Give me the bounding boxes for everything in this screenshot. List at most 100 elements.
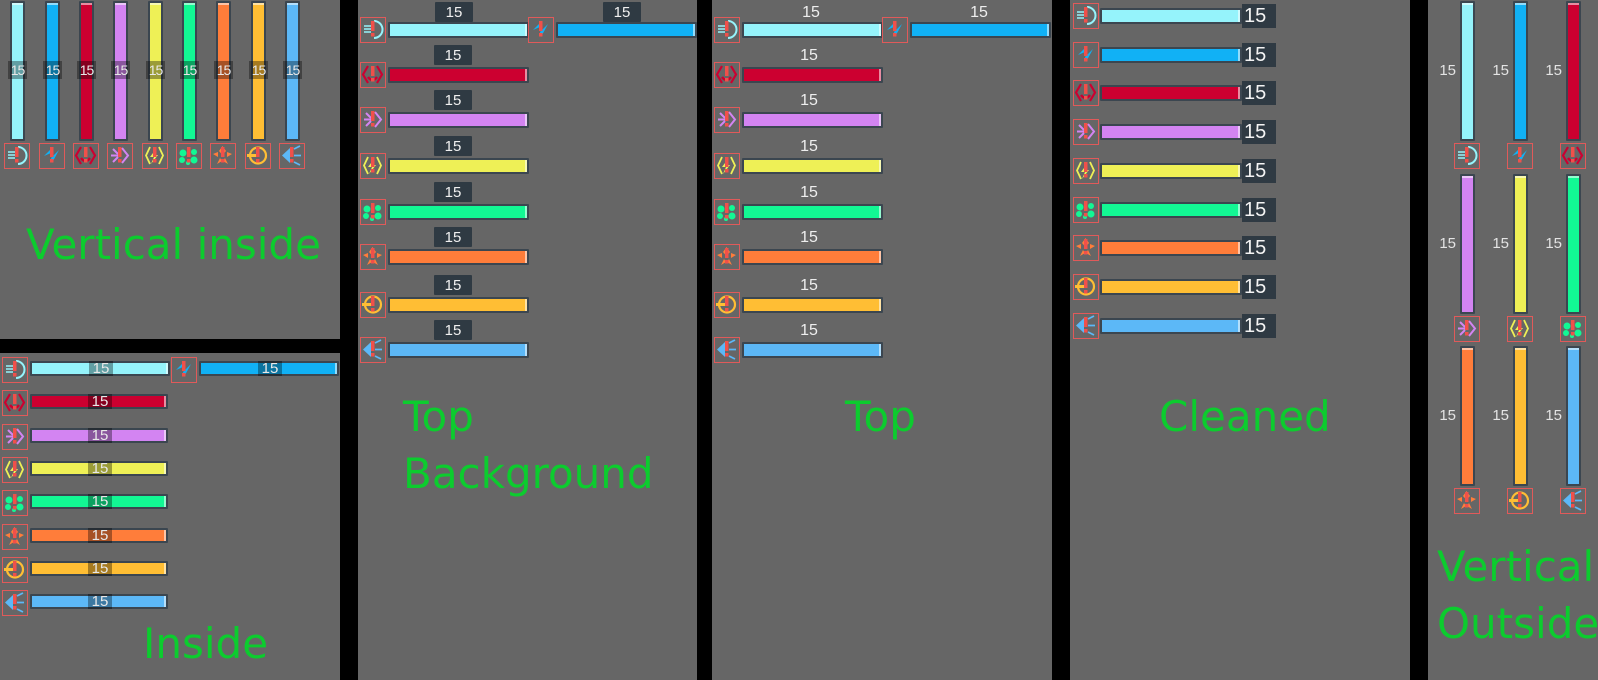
cold-hand-icon-glyph: [6, 360, 26, 379]
sonic-bar-fill: [1102, 319, 1240, 332]
caption-top-background: Top Background: [403, 392, 654, 498]
stat-value: 15: [249, 61, 268, 79]
stat-value: 15: [802, 4, 820, 21]
stat-value: 15: [1242, 42, 1276, 67]
stat-value: 15: [1439, 407, 1456, 424]
hexagon-bolt-icon-glyph: [1510, 319, 1529, 338]
circle-target-icon: [1073, 273, 1099, 300]
bar-end-marker: [164, 396, 166, 408]
spike-arrow-icon-glyph: [1563, 490, 1582, 511]
bar-end-marker: [253, 3, 264, 5]
burst-icon: [360, 244, 386, 270]
cold-bar-fill: [390, 24, 527, 36]
impact-bar-fill: [744, 69, 881, 81]
stat-value: 15: [1242, 274, 1276, 299]
burst-icon-glyph: [213, 146, 232, 164]
circle-target-icon: [1507, 488, 1533, 514]
toxic-cloud-icon: [714, 199, 740, 225]
spike-arrow-icon-glyph: [1076, 314, 1095, 336]
bar-end-marker: [525, 251, 527, 263]
stat-value: 15: [434, 90, 472, 110]
stat-value: 15: [88, 427, 112, 443]
stat-value: 15: [88, 394, 112, 410]
stat-value: 15: [434, 136, 472, 156]
crosshair-arrows-icon-glyph: [718, 111, 737, 128]
stat-value: 15: [434, 45, 472, 65]
hexagon-shield-icon-glyph: [74, 146, 97, 165]
stat-value: 15: [434, 320, 472, 340]
stat-value: 15: [180, 61, 199, 79]
cold-bar-fill: [744, 24, 881, 36]
burst-icon-glyph: [1076, 238, 1095, 257]
bar-end-marker: [1047, 24, 1049, 36]
stat-value: 15: [1492, 62, 1509, 79]
sonic-stat-bar: [388, 342, 529, 358]
hexagon-shield-icon: [73, 143, 99, 169]
stat-value: 15: [1242, 81, 1276, 106]
circle-target-icon-glyph: [362, 295, 383, 314]
bar-end-marker: [879, 69, 881, 81]
poison-stat-bar: [388, 204, 529, 220]
bar-end-marker: [525, 69, 527, 81]
bar-end-marker: [525, 299, 527, 311]
poison-stat-bar: [742, 204, 883, 220]
arcane-bar-fill: [1102, 126, 1240, 139]
cold-bar-fill: [1102, 10, 1240, 22]
stat-value: 15: [1439, 235, 1456, 252]
arcane-stat-bar: [388, 112, 529, 128]
burst-icon-glyph: [1457, 491, 1476, 509]
impact-bar-fill: [1568, 3, 1579, 139]
caption-inside: Inside: [143, 619, 269, 668]
crosshair-arrows-icon-glyph: [111, 147, 130, 164]
sonic-bar-fill: [390, 344, 527, 356]
cold-hand-icon: [360, 17, 386, 43]
bar-end-marker: [879, 344, 881, 356]
shock-bar-fill: [390, 160, 527, 172]
bar-end-marker: [1238, 87, 1240, 100]
radiation-bar-fill: [390, 299, 527, 311]
crosshair-arrows-icon: [360, 107, 386, 133]
spike-arrow-icon-glyph: [282, 145, 301, 166]
cold-hand-icon: [1454, 143, 1480, 169]
bar-end-marker: [287, 3, 298, 5]
impact-bar-fill: [1102, 87, 1240, 100]
bar-end-marker: [150, 3, 161, 5]
hexagon-shield-icon: [2, 390, 28, 417]
shock-bar-fill: [1102, 164, 1240, 177]
spike-arrow-icon: [2, 590, 28, 617]
bar-end-marker: [879, 251, 881, 263]
bar-end-marker: [879, 114, 881, 126]
bar-end-marker: [115, 3, 126, 5]
spike-arrow-icon: [714, 337, 740, 363]
toxic-cloud-icon-glyph: [5, 494, 24, 513]
lightning-slash-icon: [171, 357, 197, 383]
spike-arrow-icon: [360, 337, 386, 363]
bar-end-marker: [1238, 242, 1240, 255]
impact-bar-fill: [390, 69, 527, 81]
fire-stat-bar: [1460, 346, 1475, 486]
bar-end-marker: [1515, 176, 1526, 178]
bar-end-marker: [164, 496, 166, 508]
spike-arrow-icon: [1073, 312, 1099, 339]
stat-value: 15: [214, 61, 233, 79]
sonic-stat-bar: [1566, 346, 1581, 486]
hexagon-bolt-icon-glyph: [145, 146, 164, 165]
burst-icon: [1073, 235, 1099, 262]
stat-value: 15: [1242, 313, 1276, 338]
arcane-bar-fill: [744, 114, 881, 126]
crosshair-arrows-icon: [1073, 119, 1099, 146]
stat-value: 15: [1545, 62, 1562, 79]
impact-stat-bar: [1100, 85, 1242, 102]
electric-bar-fill: [1515, 3, 1526, 139]
panel-vertical-outside: Vertical Outside 15 15 15 15 15 15 15 15 15: [1428, 0, 1598, 680]
bar-end-marker: [1515, 348, 1526, 350]
crosshair-arrows-icon-glyph: [1077, 123, 1096, 140]
stat-value: 15: [88, 494, 112, 510]
hexagon-shield-icon: [1560, 143, 1586, 169]
bar-end-marker: [218, 3, 229, 5]
bar-end-marker: [1462, 3, 1473, 5]
stat-value: 15: [1242, 4, 1276, 28]
cold-stat-bar: [1100, 8, 1242, 24]
impact-stat-bar: [742, 67, 883, 83]
bar-end-marker: [1568, 176, 1579, 178]
